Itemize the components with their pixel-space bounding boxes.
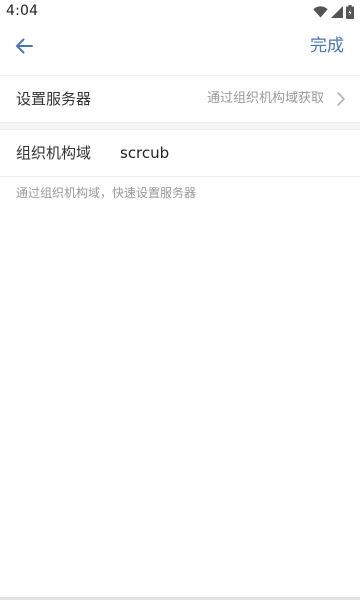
chevron-right-icon xyxy=(334,91,348,107)
back-button[interactable] xyxy=(8,32,40,64)
status-bar: 4:04 xyxy=(0,0,360,24)
set-server-value: 通过组织机构域获取 xyxy=(206,91,324,106)
set-server-label: 设置服务器 xyxy=(16,90,92,108)
done-button[interactable]: 完成 xyxy=(310,34,344,58)
hint-text: 通过组织机构域，快速设置服务器 xyxy=(16,186,197,200)
app-bar: 完成 xyxy=(0,24,360,72)
arrow-left-icon xyxy=(14,36,34,60)
status-time: 4:04 xyxy=(6,3,39,19)
set-server-row[interactable]: 设置服务器 通过组织机构域获取 xyxy=(0,76,360,122)
org-domain-label: 组织机构域 xyxy=(16,144,92,162)
divider xyxy=(0,176,360,177)
signal-icon xyxy=(331,6,343,18)
status-icons xyxy=(313,4,354,20)
org-domain-row: 组织机构域 xyxy=(0,130,360,176)
wifi-icon xyxy=(313,6,328,18)
battery-icon xyxy=(346,5,354,19)
org-domain-input[interactable] xyxy=(120,140,340,166)
